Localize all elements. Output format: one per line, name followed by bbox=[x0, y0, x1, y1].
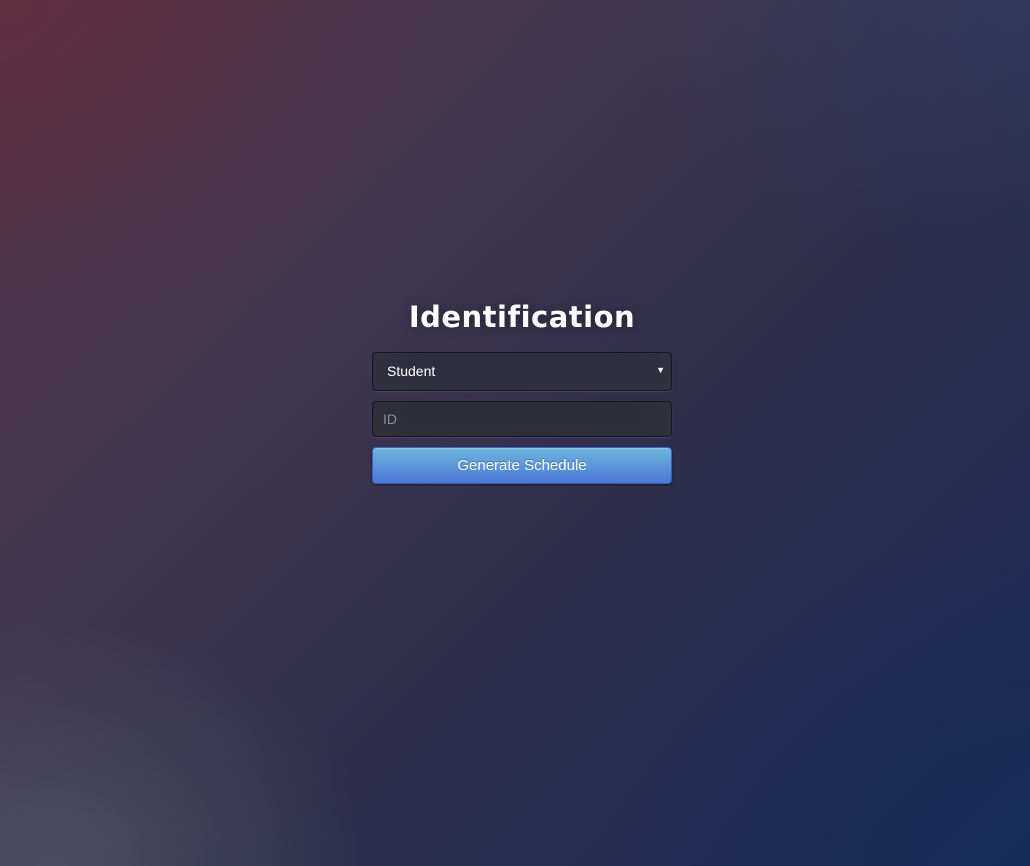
role-select[interactable]: Student ▼ bbox=[372, 352, 672, 391]
role-select-value: Student bbox=[387, 363, 436, 379]
generate-schedule-button[interactable]: Generate Schedule bbox=[372, 447, 672, 484]
page-background: { "form": { "title": "Identification", "… bbox=[0, 0, 1030, 866]
id-input[interactable] bbox=[372, 401, 672, 437]
identification-form: Identification Student ▼ Generate Schedu… bbox=[372, 298, 672, 484]
chevron-down-icon: ▼ bbox=[656, 365, 665, 375]
form-title: Identification bbox=[408, 300, 636, 334]
